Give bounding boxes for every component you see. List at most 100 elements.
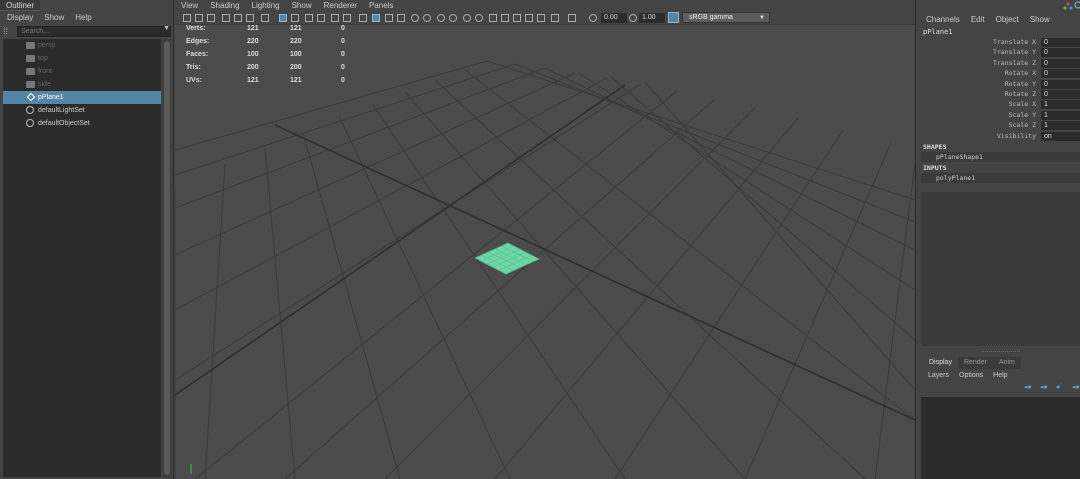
attr-row-visibility[interactable]: Visibility on [916, 131, 1080, 141]
move-layer-up-icon[interactable]: ◂● [1024, 384, 1034, 392]
xray-icon[interactable] [501, 14, 509, 22]
wireframe-icon[interactable] [359, 14, 367, 22]
film-gate-icon[interactable] [279, 14, 287, 22]
outliner-item-top[interactable]: top [3, 52, 161, 65]
menu-show[interactable]: Show [1030, 14, 1050, 25]
scrollbar-thumb[interactable] [164, 41, 170, 475]
attr-row-translate-y[interactable]: Translate Y 0 [916, 47, 1080, 58]
input-node-polyplane1[interactable]: polyPlane1 [921, 173, 1080, 183]
menu-edit[interactable]: Edit [971, 14, 985, 25]
new-layer-selected-icon[interactable]: ◂● [1072, 384, 1080, 392]
attr-value-field[interactable]: 1 [1041, 110, 1080, 120]
image-plane-icon[interactable] [222, 14, 230, 22]
menu-panels[interactable]: Panels [369, 0, 393, 11]
smooth-shade-icon[interactable] [372, 14, 380, 22]
safe-action-icon[interactable] [331, 14, 339, 22]
attr-value-field[interactable]: 1 [1041, 121, 1080, 131]
menu-options[interactable]: Options [959, 371, 983, 381]
tab-display[interactable]: Display [923, 357, 958, 369]
outliner-item-defaultlightset[interactable]: defaultLightSet [3, 104, 161, 117]
gate-mask-icon[interactable] [305, 14, 313, 22]
bookmarks-icon[interactable] [207, 14, 215, 22]
attr-value-field[interactable]: 0 [1041, 89, 1080, 99]
outliner-tab[interactable]: Outliner [0, 0, 41, 11]
multisample-icon[interactable] [463, 14, 471, 22]
select-camera-icon[interactable] [183, 14, 191, 22]
gamma-field[interactable]: 1.00 [639, 13, 665, 23]
new-layer-icon[interactable]: ●˙ [1056, 384, 1066, 392]
field-chart-icon[interactable] [317, 14, 325, 22]
pplane1-mesh[interactable] [474, 242, 540, 275]
lights-icon[interactable] [411, 14, 419, 22]
shadows-icon[interactable] [423, 14, 431, 22]
exposure-field[interactable]: 0.00 [601, 13, 627, 23]
attr-row-rotate-z[interactable]: Rotate Z 0 [916, 89, 1080, 99]
search-options-icon[interactable]: ⁞⁞ [3, 26, 14, 37]
attr-row-scale-y[interactable]: Scale Y 1 [916, 110, 1080, 120]
attr-row-rotate-y[interactable]: Rotate Y 0 [916, 79, 1080, 89]
outliner-item-side[interactable]: side [3, 78, 161, 91]
attribute-editor-icon[interactable] [1063, 2, 1073, 10]
xray-joints-icon[interactable] [513, 14, 521, 22]
tab-render[interactable]: Render [957, 357, 993, 369]
outliner-item-front[interactable]: front [3, 65, 161, 78]
attr-value-field[interactable]: 0 [1041, 38, 1080, 47]
ambient-occlusion-icon[interactable] [437, 14, 445, 22]
attr-value-field[interactable]: on [1041, 131, 1080, 141]
attr-row-translate-z[interactable]: Translate Z 0 [916, 58, 1080, 68]
exposure-icon[interactable] [589, 14, 597, 22]
menu-display[interactable]: Display [7, 11, 33, 24]
isolate-select-icon[interactable] [489, 14, 497, 22]
attr-value-field[interactable]: 1 [1041, 100, 1080, 110]
menu-shading[interactable]: Shading [210, 0, 239, 11]
tab-anim[interactable]: Anim [992, 357, 1021, 369]
camera-attributes-icon[interactable] [195, 14, 203, 22]
outliner-item-pplane1[interactable]: pPlane1 [3, 91, 161, 104]
menu-show[interactable]: Show [292, 0, 312, 11]
default-material-icon[interactable] [385, 14, 393, 22]
menu-help[interactable]: Help [75, 11, 91, 24]
menu-layers[interactable]: Layers [928, 371, 949, 381]
color-management-toggle[interactable] [668, 12, 679, 23]
menu-renderer[interactable]: Renderer [324, 0, 357, 11]
attr-row-translate-x[interactable]: Translate X 0 [916, 37, 1080, 47]
menu-object[interactable]: Object [996, 14, 1019, 25]
outliner-item-defaultobjectset[interactable]: defaultObjectSet [3, 117, 161, 130]
hud-icon[interactable] [537, 14, 545, 22]
2d-pan-zoom-icon[interactable] [234, 14, 242, 22]
outliner-scrollbar[interactable] [163, 39, 171, 477]
channel-box-object-name[interactable]: pPlane1 [923, 28, 953, 36]
tool-settings-icon[interactable] [1074, 1, 1080, 9]
move-layer-down-icon[interactable]: ◂● [1040, 384, 1050, 392]
shape-node-pplaneshape1[interactable]: pPlaneShape1 [921, 152, 1080, 162]
attr-row-rotate-x[interactable]: Rotate X 0 [916, 68, 1080, 79]
outliner-item-persp[interactable]: persp [3, 39, 161, 52]
attr-value-field[interactable]: 0 [1041, 58, 1080, 68]
view-transform-dropdown[interactable]: sRGB gamma ▼ [682, 12, 770, 23]
viewport-panel[interactable]: View Shading Lighting Show Renderer Pane… [175, 0, 915, 479]
panel-splitter[interactable] [921, 350, 1080, 353]
attr-row-scale-z[interactable]: Scale Z 1 [916, 120, 1080, 131]
menu-help[interactable]: Help [993, 371, 1007, 381]
attr-value-field[interactable]: 0 [1041, 79, 1080, 89]
attr-row-scale-x[interactable]: Scale X 1 [916, 99, 1080, 110]
grid-icon[interactable] [261, 14, 269, 22]
depth-of-field-icon[interactable] [475, 14, 483, 22]
attr-value-field[interactable]: 0 [1041, 48, 1080, 58]
safe-title-icon[interactable] [343, 14, 351, 22]
resolution-gate-icon[interactable] [291, 14, 299, 22]
chevron-down-icon[interactable]: ▼ [163, 25, 170, 32]
menu-view[interactable]: View [181, 0, 198, 11]
backface-icon[interactable] [551, 14, 559, 22]
gamma-icon[interactable] [629, 14, 637, 22]
search-input[interactable]: Search... [17, 26, 171, 37]
menu-show[interactable]: Show [44, 11, 64, 24]
menu-channels[interactable]: Channels [926, 14, 960, 25]
menu-lighting[interactable]: Lighting [252, 0, 280, 11]
textured-icon[interactable] [397, 14, 405, 22]
xray-components-icon[interactable] [525, 14, 533, 22]
attr-value-field[interactable]: 0 [1041, 69, 1080, 79]
grease-pencil-icon[interactable] [246, 14, 254, 22]
motion-blur-icon[interactable] [449, 14, 457, 22]
camera-settings-icon[interactable] [568, 14, 576, 22]
